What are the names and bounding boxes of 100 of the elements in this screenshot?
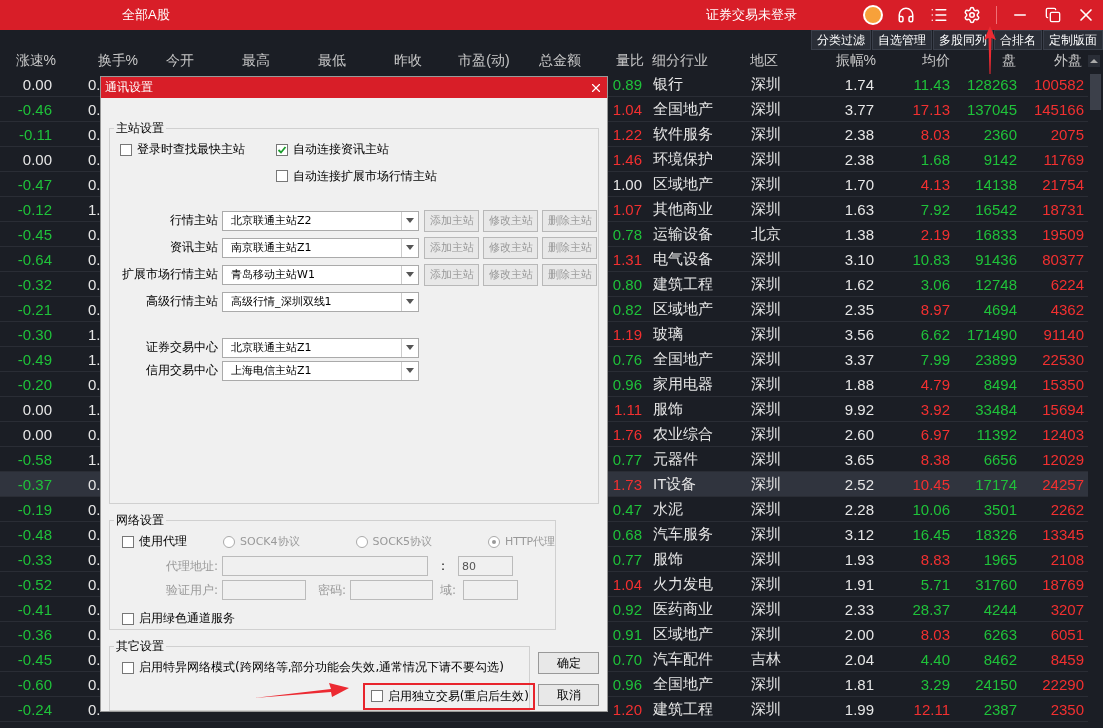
industry-cell: 其他商业 xyxy=(653,199,713,219)
industry-cell: 农业综合 xyxy=(653,424,713,444)
change-speed-cell: 0.00 xyxy=(22,75,52,93)
inner-volume-cell: 33484 xyxy=(975,400,1017,418)
inner-volume-cell: 16833 xyxy=(975,225,1017,243)
change-speed-cell: 0.00 xyxy=(22,400,52,418)
outer-volume-cell: 4362 xyxy=(1050,300,1084,318)
radio-label: SOCK4协议 xyxy=(240,534,300,549)
industry-cell: 建筑工程 xyxy=(653,699,713,719)
region-cell: 深圳 xyxy=(751,424,781,444)
outer-volume-cell: 145166 xyxy=(1033,100,1084,118)
outer-volume-cell: 8459 xyxy=(1050,650,1084,668)
inner-volume-cell: 24150 xyxy=(975,675,1017,693)
industry-cell: 汽车服务 xyxy=(653,524,713,544)
outer-volume-cell: 3207 xyxy=(1050,600,1084,618)
region-cell: 深圳 xyxy=(751,349,781,369)
volume-ratio-cell: 1.04 xyxy=(612,100,642,118)
inner-volume-cell: 4694 xyxy=(983,300,1017,318)
change-speed-cell: 0.00 xyxy=(22,150,52,168)
industry-cell: 医药商业 xyxy=(653,599,713,619)
inner-volume-cell: 16542 xyxy=(975,200,1017,218)
checkbox-label: 启用独立交易(重启后生效) xyxy=(387,687,529,705)
region-cell: 深圳 xyxy=(751,324,781,344)
turnover-cell: 1. xyxy=(88,400,101,418)
outer-volume-cell: 2075 xyxy=(1050,125,1084,143)
volume-ratio-cell: 0.96 xyxy=(612,375,642,393)
outer-volume-cell: 13345 xyxy=(1042,525,1084,543)
region-cell: 深圳 xyxy=(751,249,781,269)
avg-price-cell: 10.83 xyxy=(912,250,950,268)
region-cell: 北京 xyxy=(751,224,781,244)
turnover-cell: 0. xyxy=(88,275,101,293)
industry-cell: 电气设备 xyxy=(653,249,713,269)
region-cell: 深圳 xyxy=(751,374,781,394)
field-label: 行情主站 xyxy=(169,212,218,229)
group-title: 主站设置 xyxy=(115,120,165,137)
avg-price-cell: 3.29 xyxy=(920,675,950,693)
volume-ratio-cell: 1.46 xyxy=(612,150,642,168)
amplitude-cell: 9.92 xyxy=(844,400,874,418)
inner-volume-cell: 4244 xyxy=(983,600,1017,618)
volume-ratio-cell: 1.76 xyxy=(612,425,642,443)
inner-volume-cell: 91436 xyxy=(975,250,1017,268)
outer-volume-cell: 19509 xyxy=(1042,225,1084,243)
avg-price-cell: 4.40 xyxy=(920,650,950,668)
volume-ratio-cell: 0.82 xyxy=(612,300,642,318)
volume-ratio-cell: 1.00 xyxy=(612,175,642,193)
avg-price-cell: 11.43 xyxy=(913,75,950,93)
volume-ratio-cell: 0.68 xyxy=(612,525,642,543)
inner-volume-cell: 8462 xyxy=(983,650,1017,668)
region-cell: 吉林 xyxy=(751,649,781,669)
turnover-cell: 0. xyxy=(88,625,101,643)
turnover-cell: 0. xyxy=(88,675,101,693)
region-cell: 深圳 xyxy=(751,674,781,694)
amplitude-cell: 3.12 xyxy=(844,525,874,543)
avg-price-cell: 1.68 xyxy=(920,150,950,168)
market-title: 全部A股 xyxy=(122,6,170,24)
turnover-cell: 0. xyxy=(88,700,101,718)
turnover-cell: 0. xyxy=(88,500,101,518)
amplitude-cell: 3.10 xyxy=(844,250,874,268)
volume-ratio-cell: 1.20 xyxy=(612,700,642,718)
turnover-cell: 0. xyxy=(88,475,101,493)
change-speed-cell: -0.30 xyxy=(17,325,52,343)
avg-price-cell: 8.03 xyxy=(920,125,950,143)
industry-cell: 汽车配件 xyxy=(653,649,713,669)
amplitude-cell: 2.04 xyxy=(844,650,874,668)
industry-cell: 服饰 xyxy=(653,549,683,569)
turnover-cell: 0. xyxy=(88,250,101,268)
inner-volume-cell: 6263 xyxy=(983,625,1017,643)
inner-volume-cell: 11392 xyxy=(976,425,1017,443)
avg-price-cell: 8.83 xyxy=(920,550,950,568)
region-cell: 深圳 xyxy=(751,499,781,519)
outer-volume-cell: 15350 xyxy=(1042,375,1084,393)
change-speed-cell: -0.12 xyxy=(17,200,52,218)
outer-volume-cell: 6051 xyxy=(1050,625,1084,643)
volume-ratio-cell: 0.92 xyxy=(612,600,642,618)
avg-price-cell: 6.97 xyxy=(920,425,950,443)
avg-price-cell: 17.13 xyxy=(912,100,950,118)
region-cell: 深圳 xyxy=(751,74,781,94)
turnover-cell: 1. xyxy=(88,200,101,218)
change-speed-cell: -0.60 xyxy=(17,675,52,693)
avg-price-cell: 3.06 xyxy=(920,275,950,293)
amplitude-cell: 2.60 xyxy=(844,425,874,443)
change-speed-cell: -0.33 xyxy=(17,550,52,568)
outer-volume-cell: 21754 xyxy=(1042,175,1084,193)
amplitude-cell: 3.65 xyxy=(844,450,874,468)
inner-volume-cell: 31760 xyxy=(975,575,1017,593)
avg-price-cell: 3.92 xyxy=(920,400,950,418)
inner-volume-cell: 9142 xyxy=(983,150,1017,168)
login-status: 证券交易未登录 xyxy=(706,6,797,24)
avg-price-cell: 8.97 xyxy=(920,300,950,318)
turnover-cell: 0. xyxy=(88,125,101,143)
turnover-cell: 0. xyxy=(88,575,101,593)
change-speed-cell: -0.36 xyxy=(17,625,52,643)
turnover-cell: 0. xyxy=(88,550,101,568)
region-cell: 深圳 xyxy=(751,474,781,494)
volume-ratio-cell: 1.07 xyxy=(612,200,642,218)
inner-volume-cell: 171490 xyxy=(966,325,1017,343)
inner-volume-cell: 137045 xyxy=(966,100,1017,118)
change-speed-cell: -0.41 xyxy=(17,600,52,618)
checkbox-label: 启用绿色通道服务 xyxy=(139,610,235,627)
amplitude-cell: 3.37 xyxy=(844,350,874,368)
